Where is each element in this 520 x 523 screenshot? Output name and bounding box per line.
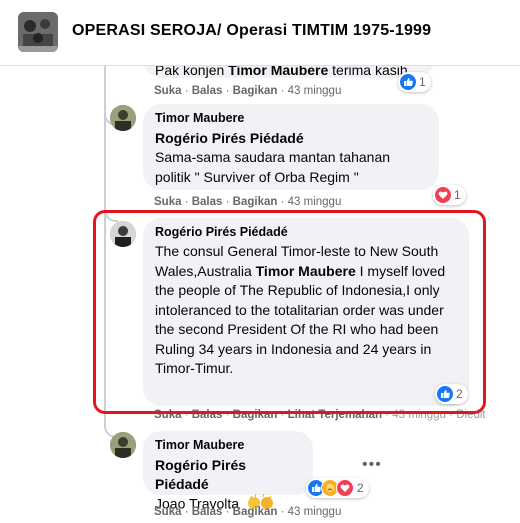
share-link[interactable]: Bagikan	[233, 196, 278, 208]
like-icon	[400, 74, 416, 90]
reaction-summary[interactable]: 1	[433, 185, 466, 205]
like-link[interactable]: Suka	[154, 506, 182, 518]
reaction-count: 2	[357, 481, 364, 495]
comment-bubble: Timor Maubere Rogério Pirés Piédadé Joao…	[143, 431, 313, 511]
group-avatar[interactable]	[18, 12, 58, 52]
reaction-count: 1	[419, 75, 426, 89]
reply-link[interactable]: Balas	[192, 196, 223, 208]
comment-mention[interactable]: Rogério Pirés Piédadé	[155, 456, 301, 494]
reaction-count: 1	[454, 188, 461, 202]
reply-link[interactable]: Balas	[192, 85, 223, 97]
comment-actions: Suka · Balas · Bagikan · 43 minggu	[154, 506, 342, 518]
group-header: OPERASI SEROJA/ Operasi TIMTIM 1975-1999	[0, 0, 520, 66]
reply-link[interactable]: Balas	[192, 506, 223, 518]
comment-timestamp[interactable]: 43 minggu	[288, 85, 342, 97]
comments-feed: Pak konjen Timor Maubere terima kasih. 1…	[0, 46, 520, 523]
avatar[interactable]	[110, 432, 136, 458]
avatar[interactable]	[110, 105, 136, 131]
share-link[interactable]: Bagikan	[233, 85, 278, 97]
comment-author[interactable]: Timor Maubere	[155, 111, 427, 126]
comment-author[interactable]: Timor Maubere	[155, 438, 301, 453]
reaction-summary[interactable]: 2	[306, 478, 369, 498]
comment-timestamp[interactable]: 43 minggu	[288, 506, 342, 518]
highlight-box	[93, 210, 486, 414]
reaction-summary[interactable]: 1	[398, 72, 431, 92]
group-title[interactable]: OPERASI SEROJA/ Operasi TIMTIM 1975-1999	[72, 22, 431, 40]
comment-actions: Suka · Balas · Bagikan · 43 minggu	[154, 85, 342, 97]
comment-bubble: Timor Maubere Rogério Pirés Piédadé Sama…	[143, 104, 439, 190]
love-icon	[435, 187, 451, 203]
like-link[interactable]: Suka	[154, 85, 182, 97]
like-link[interactable]: Suka	[154, 196, 182, 208]
love-icon	[336, 479, 354, 497]
share-link[interactable]: Bagikan	[233, 506, 278, 518]
comment-mention[interactable]: Rogério Pirés Piédadé	[155, 129, 427, 148]
more-options-icon[interactable]: •••	[362, 456, 382, 474]
comment-timestamp[interactable]: 43 minggu	[288, 196, 342, 208]
comment-text: Sama-sama saudara mantan tahanan politik…	[155, 149, 391, 185]
comment-actions: Suka · Balas · Bagikan · 43 minggu	[154, 196, 342, 208]
